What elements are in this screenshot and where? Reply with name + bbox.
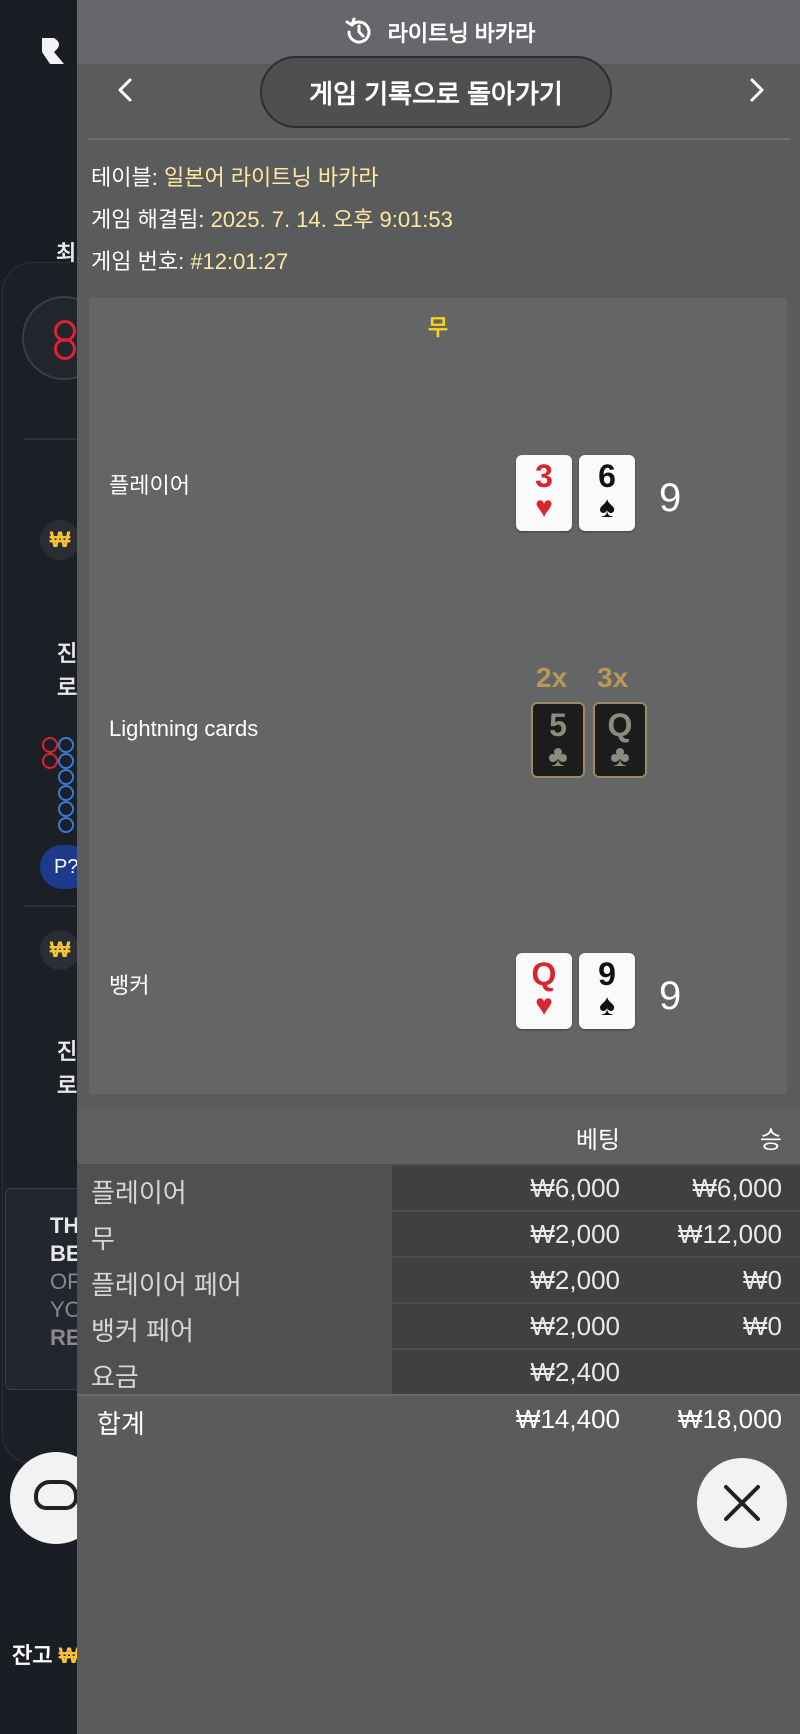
win-amount: ₩0 [743,1311,782,1341]
card-rank: Q [607,707,633,743]
win-amount: ₩0 [743,1265,782,1295]
chevron-left-icon [118,78,132,102]
bet-type: 요금 [91,1362,139,1392]
game-number-value: #12:01:27 [190,249,289,274]
game-number-label: 게임 번호: [91,249,185,274]
bets-table-header: 베팅 승 [77,1108,800,1164]
bg-currency-badge: ₩ [40,520,80,560]
banker-card-1: Q ♥ [516,953,572,1029]
brand-logo-icon [42,38,64,64]
spade-icon: ♠ [599,989,615,1022]
close-icon [724,1485,760,1521]
bg-road-dot [58,785,74,801]
lightning-multiplier: 3x [597,662,629,693]
bet-amount: ₩2,400 [530,1357,620,1387]
bg-currency-badge: ₩ [40,930,80,970]
outcome-label: 무 [427,315,449,340]
back-to-history-button[interactable]: 게임 기록으로 돌아가기 [260,56,612,128]
club-icon: ♣ [610,740,630,773]
bg-banner-line: TH [50,1213,80,1238]
heart-icon: ♥ [535,989,553,1022]
game-number-info: 게임 번호: #12:01:27 [91,244,288,276]
round-result: 무 플레이어 3 ♥ 6 ♠ 9 2x 3x Lightning cards 5… [89,298,787,1094]
player-total: 9 [659,476,682,520]
bet-type: 무 [91,1224,115,1254]
bg-road-dot [58,753,74,769]
bg-road-dot [42,753,58,769]
card-rank: 6 [598,458,616,494]
bg-road-dot [58,817,74,833]
total-win-amount: ₩18,000 [677,1404,782,1434]
header-divider [87,138,790,140]
heart-icon: ♥ [535,491,553,524]
banker-hand-label: 뱅커 [109,973,150,998]
bet-row: 요금 ₩2,400 [77,1348,800,1394]
bet-column-header: 베팅 [575,1127,620,1154]
banker-card-2: 9 ♠ [579,953,635,1029]
bg-banner-line: RE [50,1325,81,1350]
card-rank: 5 [549,707,567,743]
bet-row: 플레이어 페어 ₩2,000 ₩0 [77,1256,800,1302]
table-icon [34,1480,78,1510]
bet-row: 무 ₩2,000 ₩12,000 [77,1210,800,1256]
bg-road-dot [58,801,74,817]
bet-amount: ₩2,000 [530,1265,620,1295]
previous-game-button[interactable] [105,70,145,110]
resolved-value: 2025. 7. 14. 오후 9:01:53 [210,207,453,232]
lightning-cards-label: Lightning cards [109,716,259,741]
bg-banner-line: OF [50,1269,81,1294]
bg-row-text: 진 [57,641,78,666]
close-button[interactable] [697,1458,787,1548]
game-history-panel: 라이트닝 바카라 게임 기록으로 돌아가기 테이블: 일본어 라이트닝 바카라 … [77,0,800,1734]
card-rank: Q [531,956,557,992]
spade-icon: ♠ [599,491,615,524]
bet-amount: ₩2,000 [530,1311,620,1341]
player-hand-label: 플레이어 [109,473,190,498]
panel-title: 라이트닝 바카라 [387,21,536,46]
bet-amount: ₩6,000 [530,1173,620,1203]
next-game-button[interactable] [737,70,777,110]
table-info: 테이블: 일본어 라이트닝 바카라 [91,160,379,192]
bet-type: 플레이어 [91,1178,187,1208]
table-label: 테이블: [91,165,158,190]
card-rank: 3 [535,458,553,494]
win-column-header: 승 [759,1127,782,1154]
bg-row-text: 로 [57,675,78,700]
bg-row-text: 로 [57,1073,78,1098]
player-card-2: 6 ♠ [579,455,635,531]
bg-banner-line: BE [50,1241,81,1266]
bet-amount: ₩2,000 [530,1219,620,1249]
resolved-label: 게임 해결됨: [91,207,205,232]
lightning-multiplier: 2x [536,662,568,693]
total-label: 합계 [97,1409,145,1439]
chevron-right-icon [750,78,764,102]
resolved-info: 게임 해결됨: 2025. 7. 14. 오후 9:01:53 [91,202,453,234]
lightning-card-1: 5 ♣ [531,702,585,778]
total-bet-amount: ₩14,400 [515,1404,620,1434]
win-amount: ₩6,000 [692,1173,782,1203]
card-rank: 9 [598,956,616,992]
panel-header: 라이트닝 바카라 [77,0,800,64]
bg-row-text: 진 [57,1039,78,1064]
win-amount: ₩12,000 [677,1219,782,1249]
club-icon: ♣ [548,740,568,773]
bet-row-label-cell [77,1212,392,1256]
lightning-card-2: Q ♣ [593,702,647,778]
balance-label: 잔고 [12,1643,53,1668]
history-icon [345,17,371,44]
bets-total-row: 합계 ₩14,400 ₩18,000 [77,1394,800,1442]
bg-road-dot [42,737,58,753]
bet-row: 플레이어 ₩6,000 ₩6,000 [77,1164,800,1210]
bg-road-dot [58,769,74,785]
bet-type: 플레이어 페어 [91,1270,242,1300]
bet-row: 뱅커 페어 ₩2,000 ₩0 [77,1302,800,1348]
player-card-1: 3 ♥ [516,455,572,531]
bg-road-dot [58,737,74,753]
bet-type: 뱅커 페어 [91,1316,194,1346]
table-value: 일본어 라이트닝 바카라 [163,165,379,190]
banker-total: 9 [659,974,682,1018]
